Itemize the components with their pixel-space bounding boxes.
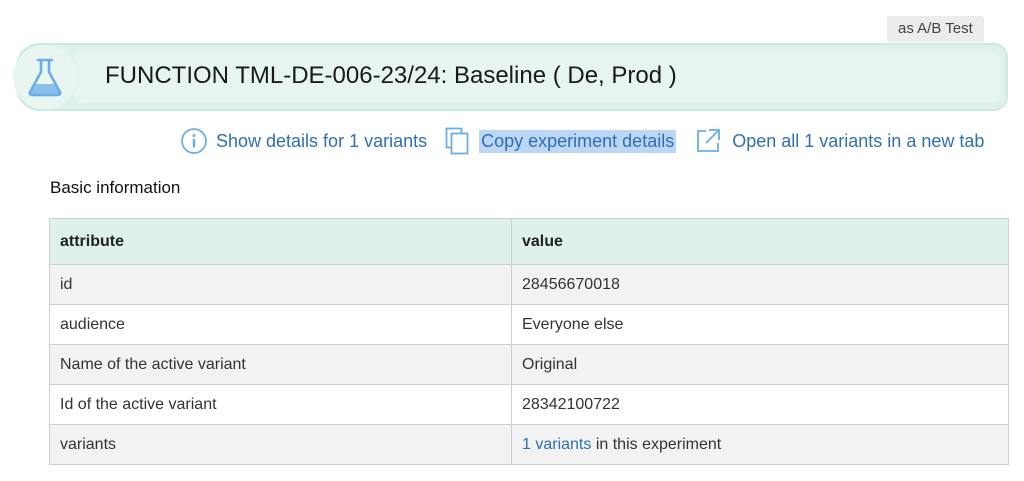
open-all-variants-label[interactable]: Open all 1 variants in a new tab (732, 131, 984, 152)
value-cell: 28456670018 (511, 264, 1009, 305)
test-type-badge: as A/B Test (887, 16, 984, 42)
table-row: audience Everyone else (49, 304, 1009, 345)
attribute-cell: Name of the active variant (49, 344, 512, 385)
column-header-attribute: attribute (49, 218, 512, 265)
table-row: Id of the active variant 28342100722 (49, 384, 1009, 425)
attribute-cell: audience (49, 304, 512, 345)
info-icon (181, 128, 207, 154)
value-cell: 28342100722 (511, 384, 1009, 425)
external-link-icon (697, 129, 721, 152)
copy-icon (445, 127, 469, 155)
value-cell: Original (511, 344, 1009, 385)
variants-suffix: in this experiment (591, 435, 722, 453)
show-details-link[interactable]: Show details for 1 variants (180, 127, 427, 155)
variants-link[interactable]: 1 variants (522, 436, 591, 453)
column-header-value: value (511, 218, 1009, 265)
attribute-cell: Id of the active variant (49, 384, 512, 425)
flask-icon-container (13, 45, 77, 109)
copy-details-link[interactable]: Copy experiment details (445, 127, 677, 155)
show-details-label[interactable]: Show details for 1 variants (216, 131, 427, 152)
flask-icon (28, 58, 62, 97)
table-row: Name of the active variant Original (49, 344, 1009, 385)
basic-information-heading: Basic information (50, 178, 181, 197)
value-cell: 1 variants in this experiment (511, 424, 1009, 465)
table-row: id 28456670018 (49, 264, 1009, 305)
attribute-cell: id (49, 264, 512, 305)
basic-information-table: attribute value id 28456670018 audience … (49, 218, 1009, 465)
copy-details-label[interactable]: Copy experiment details (479, 129, 677, 153)
page-title: FUNCTION TML-DE-006-23/24: Baseline ( De… (105, 62, 677, 89)
value-cell: Everyone else (511, 304, 1009, 345)
table-header-row: attribute value (49, 218, 1009, 265)
attribute-cell: variants (49, 424, 512, 465)
table-row: variants 1 variants in this experiment (49, 424, 1009, 465)
open-all-variants-link[interactable]: Open all 1 variants in a new tab (694, 127, 984, 155)
action-bar: Show details for 1 variants Copy experim… (180, 124, 984, 158)
